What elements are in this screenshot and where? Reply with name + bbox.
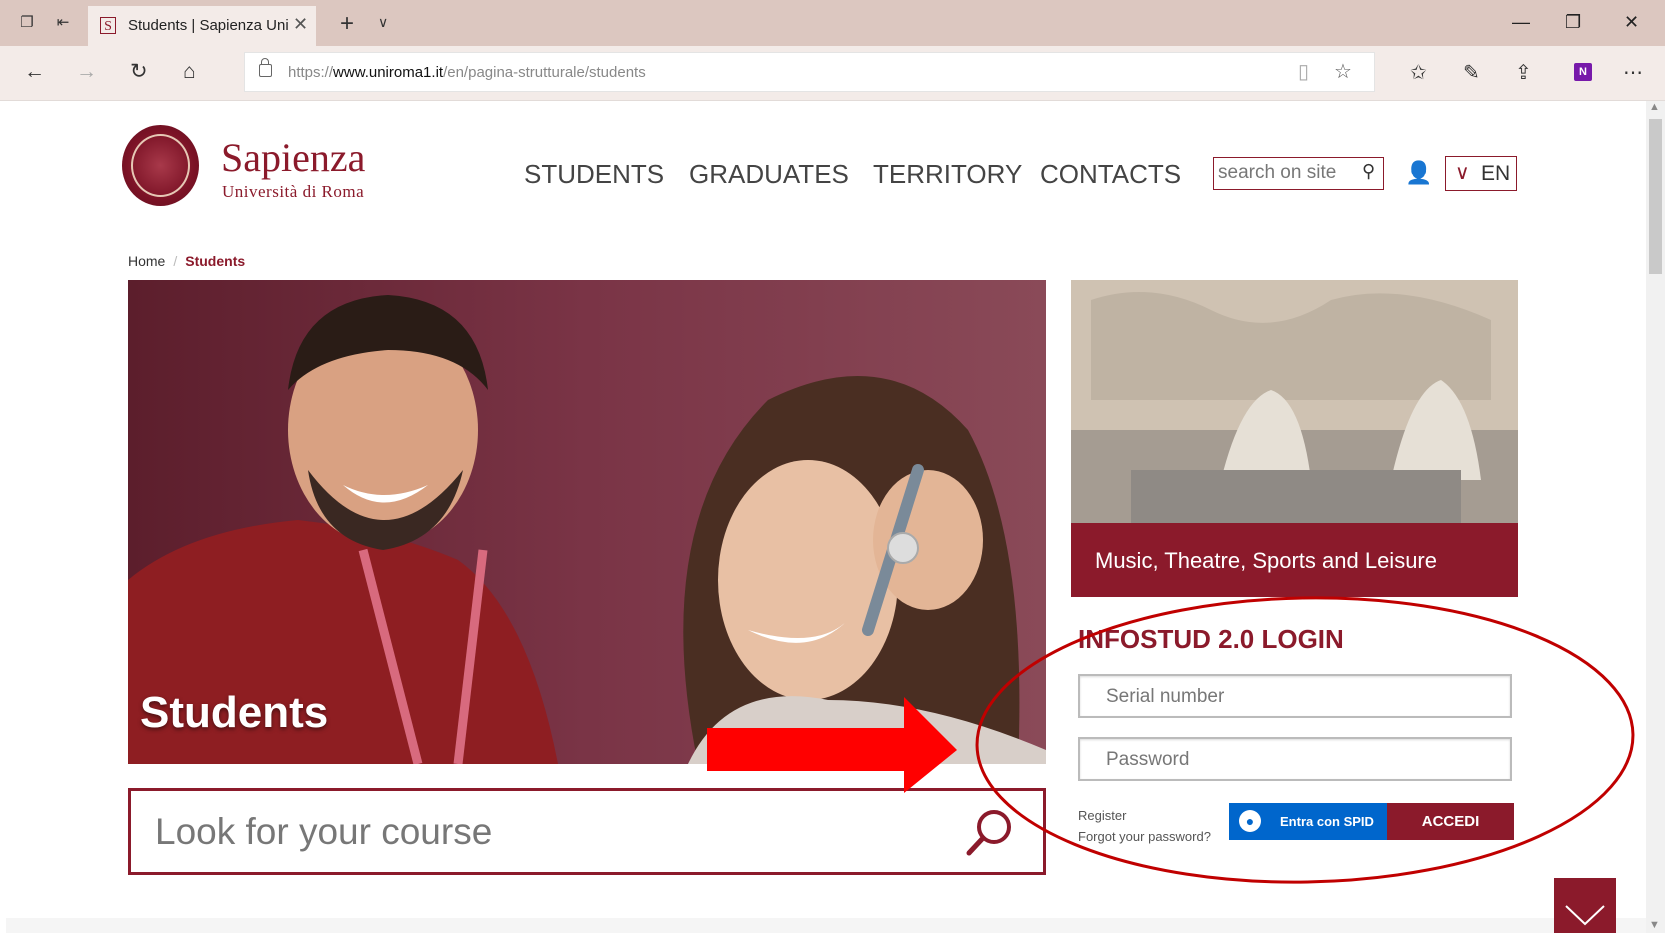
scroll-down-button[interactable] [1554,878,1616,933]
pen-icon[interactable]: ✎ [1463,60,1480,85]
sapienza-logo[interactable] [122,125,199,206]
minimize-icon[interactable]: — [1512,12,1530,33]
brand-name[interactable]: Sapienza [221,138,365,178]
menu-territory[interactable]: TERRITORY [873,159,1022,190]
scrollbar[interactable]: ▲ ▼ [1646,101,1665,933]
card-caption[interactable]: Music, Theatre, Sports and Leisure [1095,548,1437,574]
accedi-label: ACCEDI [1421,813,1480,830]
onenote-icon[interactable]: N [1574,63,1592,81]
password-placeholder: Password [1106,749,1190,770]
home-icon[interactable]: ⌂ [183,60,196,84]
sculpture-photo [1071,280,1518,523]
spid-user-icon: ● [1239,810,1261,832]
serial-number-placeholder: Serial number [1106,686,1225,707]
breadcrumb-current: Students [185,253,246,269]
register-link[interactable]: Register [1078,808,1126,823]
favorites-list-icon[interactable]: ✩ [1410,60,1427,85]
menu-students[interactable]: STUDENTS [524,159,664,190]
accedi-button[interactable]: ACCEDI [1387,803,1514,840]
menu-contacts[interactable]: CONTACTS [1040,159,1181,190]
breadcrumb-home[interactable]: Home [128,253,165,269]
course-search-input[interactable]: Look for your course [128,788,1046,875]
forward-icon[interactable]: → [76,60,97,84]
user-icon[interactable]: 👤 [1405,160,1432,186]
lock-icon [259,58,272,77]
new-tab-icon[interactable]: + [340,10,354,38]
password-input[interactable]: Password [1078,737,1512,781]
back-icon[interactable]: ← [24,60,45,84]
favicon-icon: S [100,17,116,34]
refresh-icon[interactable]: ↻ [130,60,148,84]
scroll-down-icon[interactable]: ▼ [1649,919,1660,931]
tab-list-chevron-icon[interactable]: ∨ [378,14,388,31]
card-image [1071,280,1518,523]
card-caption-bar: Music, Theatre, Sports and Leisure [1071,523,1518,597]
music-theatre-card[interactable]: Music, Theatre, Sports and Leisure [1071,280,1518,597]
tabs-aside-icon[interactable]: ⇤ [54,15,72,31]
scroll-up-icon[interactable]: ▲ [1649,101,1660,113]
course-search-placeholder: Look for your course [155,811,493,852]
share-icon[interactable]: ⇪ [1515,60,1532,85]
page-bottom-strip [6,918,1646,933]
forgot-password-link[interactable]: Forgot your password? [1078,829,1211,844]
chevron-down-icon: ∨ [1455,162,1470,184]
serial-number-input[interactable]: Serial number [1078,674,1512,718]
site-search-placeholder: search on site [1218,162,1337,183]
chevron-down-icon [1565,905,1605,926]
site-search-input[interactable]: search on site ⚲ [1213,157,1384,190]
hero-image: Students [128,280,1046,764]
menu-graduates[interactable]: GRADUATES [689,159,849,190]
breadcrumb-separator: / [173,253,178,269]
more-icon[interactable]: ⋯ [1623,60,1643,85]
restore-icon[interactable]: ❐ [1565,12,1581,33]
hero-title: Students [140,688,329,737]
search-icon[interactable]: ⚲ [1362,161,1375,182]
browser-tab-bar: ❐ ⇤ S Students | Sapienza Uni ✕ + ∨ — ❐ … [0,0,1665,46]
login-title: INFOSTUD 2.0 LOGIN [1078,624,1344,654]
language-label: EN [1481,162,1511,185]
breadcrumb: Home / Students [128,253,245,269]
language-selector[interactable]: ∨ EN [1445,156,1517,191]
url-text: https://www.uniroma1.it/en/pagina-strutt… [288,64,646,81]
close-window-icon[interactable]: ✕ [1624,12,1639,33]
tab-close-icon[interactable]: ✕ [293,14,308,35]
scroll-thumb[interactable] [1649,119,1662,274]
browser-tab[interactable]: S Students | Sapienza Uni ✕ [88,6,316,46]
spid-login-button[interactable]: ● Entra con SPID [1229,803,1410,840]
set-aside-tabs-icon[interactable]: ❐ [18,15,36,31]
brand-subtitle: Università di Roma [222,182,365,201]
reading-view-icon[interactable]: ▯ [1298,59,1309,84]
spid-label: Entra con SPID [1280,814,1374,829]
address-bar[interactable]: https://www.uniroma1.it/en/pagina-strutt… [244,52,1375,92]
tab-title: Students | Sapienza Uni [128,17,289,34]
search-icon[interactable] [963,807,1015,859]
favorite-star-icon[interactable]: ☆ [1334,59,1352,84]
